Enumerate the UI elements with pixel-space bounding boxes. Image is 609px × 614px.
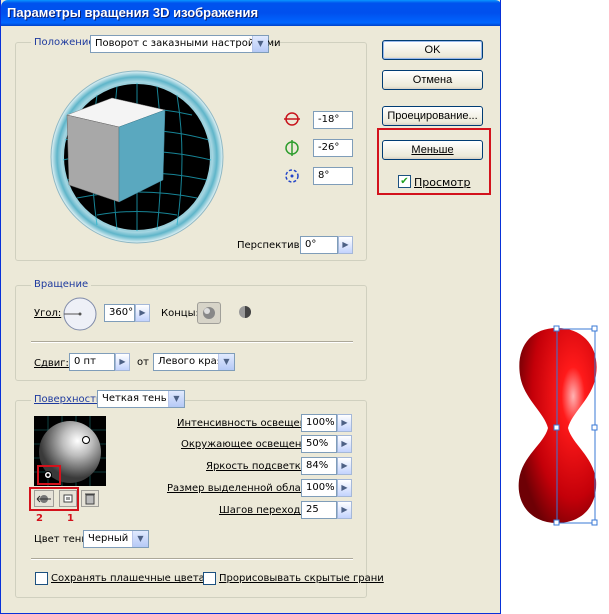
chevron-down-icon: ▼ [218,354,234,370]
angle-arrow-button[interactable]: ▶ [135,304,150,322]
3d-revolve-dialog: Параметры вращения 3D изображения Положе… [0,0,501,614]
move-light-back-icon [36,495,51,503]
preview-checkbox[interactable]: ✔ [398,175,411,188]
revolved-shape-artwork[interactable] [510,320,606,530]
perspective-label: Перспектива: [237,240,309,251]
cap-label: Концы: [161,308,199,319]
draw-hidden-label: Прорисовывать скрытые грани [219,573,384,584]
rotate-y-axis-icon [285,140,299,156]
ambient-light-arrow-button[interactable]: ▶ [337,435,352,453]
marker-1: 1 [67,513,74,524]
highlight-size-label: Размер выделенной области: [167,483,322,494]
ambient-light-label: Окружающее освещение: [181,439,318,450]
chevron-down-icon: ▼ [252,36,268,52]
ok-button[interactable]: OK [382,40,483,60]
revolve-legend: Вращение [31,279,92,290]
angle-label: Угол: [34,308,62,319]
blend-steps-arrow-button[interactable]: ▶ [337,501,352,519]
rotate-x-axis-icon [284,112,300,126]
rotate-x-field[interactable]: -18° [313,111,353,129]
offset-field[interactable]: 0 пт [69,353,115,371]
highlight-size-arrow-button[interactable]: ▶ [337,479,352,497]
rotate-z-field[interactable]: 8° [313,167,353,185]
cap-solid-icon [203,307,215,319]
move-light-back-button[interactable] [34,490,54,507]
rotate-y-field[interactable]: -26° [313,139,353,157]
new-light-icon [63,494,73,503]
ambient-light-field[interactable]: 50% [301,435,337,453]
rotate-z-axis-icon [285,169,299,183]
highlight-intensity-field[interactable]: 84% [301,457,337,475]
offset-from-select[interactable]: Левого края ▼ [153,353,235,371]
blend-steps-label: Шагов перехода: [219,505,310,516]
draw-hidden-checkbox[interactable] [203,572,216,585]
chevron-down-icon: ▼ [132,531,148,547]
preserve-spot-label: Сохранять плашечные цвета [51,573,205,584]
track-cube[interactable] [37,70,237,245]
blend-steps-field[interactable]: 25 [301,501,337,519]
cancel-button[interactable]: Отмена [382,70,483,90]
perspective-arrow-button[interactable]: ▶ [338,236,353,254]
preview-label: Просмотр [414,176,471,189]
highlight-intensity-label: Яркость подсветки: [206,461,311,472]
dialog-title: Параметры вращения 3D изображения [1,0,500,26]
angle-dial[interactable] [62,296,98,332]
revolve-separator [31,341,353,343]
preserve-spot-checkbox[interactable] [35,572,48,585]
surface-type-select[interactable]: Четкая тень ▼ [97,390,185,408]
fewer-options-button[interactable]: Меньше [382,140,483,160]
trash-icon [85,493,95,505]
offset-arrow-button[interactable]: ▶ [115,353,130,371]
light-intensity-arrow-button[interactable]: ▶ [337,414,352,432]
surface-type-value: Четкая тень [102,393,167,404]
from-label: от [137,357,149,368]
perspective-field[interactable]: 0° [300,236,338,254]
map-art-button[interactable]: Проецирование... [382,106,483,126]
highlight-intensity-arrow-button[interactable]: ▶ [337,457,352,475]
light-intensity-field[interactable]: 100% [301,414,337,432]
back-light-icon [44,471,52,479]
shade-color-value: Черный [88,533,129,544]
surface-separator [31,558,353,560]
chevron-down-icon: ▼ [168,391,184,407]
offset-from-value: Левого края [158,356,223,367]
angle-field[interactable]: 360° [104,304,135,322]
cap-on-button[interactable] [197,302,221,324]
marker-2: 2 [36,513,43,524]
cap-hollow-icon[interactable] [237,304,253,320]
delete-light-button[interactable] [81,490,99,507]
offset-label: Сдвиг: [34,358,69,369]
fewer-options-label: Меньше [411,144,454,156]
new-light-button[interactable] [59,490,77,507]
highlight-size-field[interactable]: 100% [301,479,337,497]
position-preset-select[interactable]: Поворот с заказными настройками ▼ [90,35,281,53]
shade-color-select[interactable]: Черный ▼ [83,530,149,548]
